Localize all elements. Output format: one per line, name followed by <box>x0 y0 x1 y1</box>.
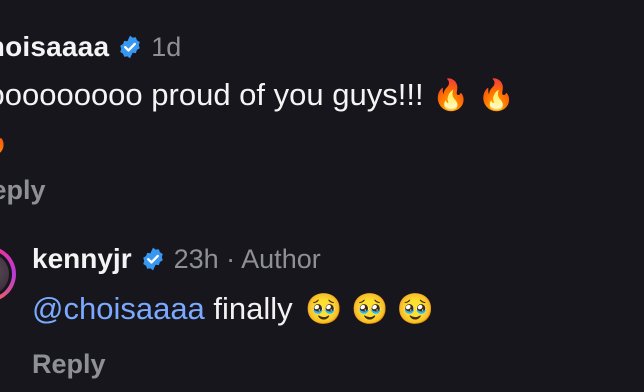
mention-link[interactable]: @choisaaaa <box>32 291 205 326</box>
reply-header: kennyjr 23h · Author <box>32 238 434 280</box>
reply-content: kennyjr 23h · Author @choisaaaa finally … <box>32 238 434 380</box>
comment-reply: kennyjr 23h · Author @choisaaaa finally … <box>0 0 644 392</box>
reply-meta: 23h · Author <box>173 243 321 274</box>
comments-screen: choisaaaa 1d sooooooooo proud of you guy… <box>0 0 644 392</box>
reply-text: finally <box>204 291 293 326</box>
pleading-face-emoji: 🥹 🥹 🥹 <box>305 293 435 326</box>
reply-button[interactable]: Reply <box>32 349 434 380</box>
reply-text-line: @choisaaaa finally 🥹 🥹 🥹 <box>32 286 434 333</box>
reply-username[interactable]: kennyjr <box>32 243 132 275</box>
verified-badge-icon <box>140 246 166 272</box>
avatar[interactable] <box>0 246 16 302</box>
